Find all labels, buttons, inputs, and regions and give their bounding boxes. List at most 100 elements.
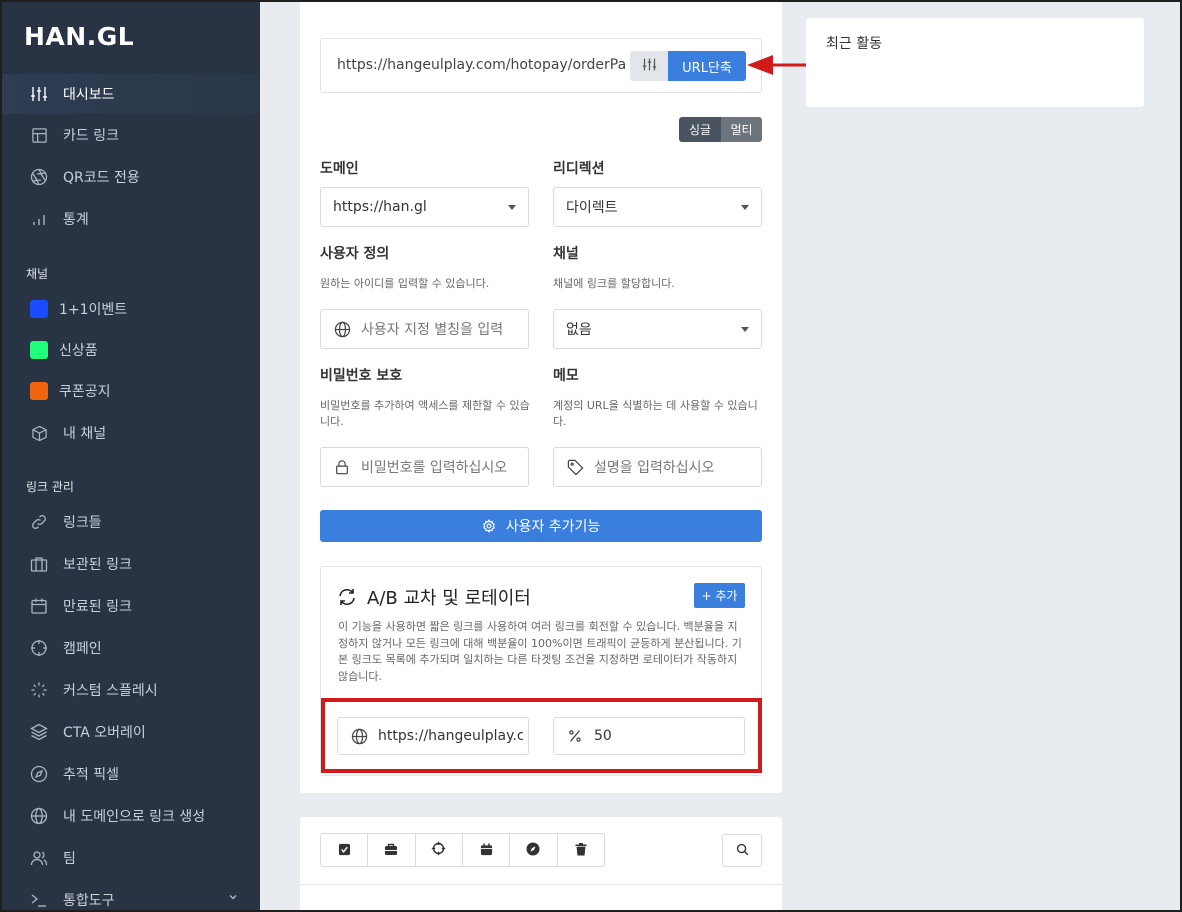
sidebar-item-stats[interactable]: 통계 [2,199,260,239]
domain-select[interactable]: https://han.gl [320,187,529,227]
memo-input[interactable]: 설명을 입력하십시오 [553,447,762,487]
sidebar-item-label: QR코드 전용 [63,170,140,186]
sidebar-item-integrations[interactable]: 통합도구 [2,880,260,910]
sidebar-item-qr[interactable]: QR코드 전용 [2,157,260,197]
terminal-icon [30,891,48,909]
chevron-down-icon [228,892,238,905]
long-url-input[interactable]: https://hangeulplay.com/hotopay/orderPag [337,57,627,73]
sidebar-item-label: 캠페인 [63,641,102,657]
gear-icon [482,519,496,533]
sidebar-channel-1plus1[interactable]: 1+1이벤트 [2,289,260,329]
sidebar-item-pixels[interactable]: 추적 픽셀 [2,754,260,794]
recent-activity-title: 최근 활동 [826,36,882,52]
advanced-features-button[interactable]: 사용자 추가기능 [320,510,762,542]
select-all-button[interactable] [321,834,369,866]
sidebar-item-label: 보관된 링크 [63,557,132,573]
delete-button[interactable] [558,834,604,866]
memo-label: 메모 [553,368,579,384]
sidebar-item-label: 쿠폰공지 [59,384,111,400]
caret-down-icon [741,205,749,210]
sidebar-item-card-link[interactable]: 카드 링크 [2,115,260,155]
custom-alias-help: 원하는 아이디를 입력할 수 있습니다. [320,277,490,290]
domain-label: 도메인 [320,161,359,177]
sidebar-item-dashboard[interactable]: 대시보드 [2,74,260,114]
calendar-icon [30,597,48,615]
sliders-icon [30,85,48,103]
crosshair-icon [30,639,48,657]
sidebar-channel-new-products[interactable]: 신상품 [2,330,260,370]
ab-rotator-description: 이 기능을 사용하면 짧은 링크를 사용하여 여러 링크를 회전할 수 있습니다… [338,620,742,683]
sidebar-item-label: 카드 링크 [63,128,119,144]
brand-logo[interactable]: HAN.GL [24,22,134,51]
ab-rotator-title: A/B 교차 및 로테이터 [367,588,531,609]
sidebar-channel-coupon[interactable]: 쿠폰공지 [2,371,260,411]
sidebar-item-archived[interactable]: 보관된 링크 [2,544,260,584]
channel-color-swatch [30,341,48,359]
sidebar: HAN.GL 대시보드 카드 링크 QR코드 전용 통계 채널 1+1이벤트 신… [2,2,260,910]
sidebar-item-label: 팀 [63,851,76,867]
redirect-select-value: 다이렉트 [566,200,618,216]
annotation-highlight-box [321,698,762,773]
users-icon [30,849,48,867]
add-rotator-button[interactable]: + 추가 [694,583,745,608]
pixel-assign-button[interactable] [510,834,558,866]
sidebar-item-label: 내 채널 [63,426,107,442]
search-links-button[interactable] [722,834,762,867]
password-input[interactable]: 비밀번호를 입력하십시오 [320,447,529,487]
bulk-actions-toolbar [320,833,605,867]
password-label: 비밀번호 보호 [320,368,403,384]
channel-label: 채널 [553,246,579,262]
custom-alias-label: 사용자 정의 [320,246,390,262]
sidebar-item-label: 신상품 [59,343,98,359]
refresh-icon [337,587,357,611]
channel-help: 채널에 링크를 할당합니다. [553,277,675,290]
trash-icon [575,841,587,860]
sidebar-item-label: 대시보드 [63,87,115,103]
password-help: 비밀번호를 추가하여 액세스를 제한할 수 있습니다. [320,399,530,428]
sidebar-item-my-channels[interactable]: 내 채널 [2,413,260,453]
mode-single-toggle[interactable]: 싱글 [679,117,721,142]
calendar-icon [480,841,493,860]
redirect-select[interactable]: 다이렉트 [553,187,762,227]
custom-alias-input[interactable]: 사용자 지정 별칭을 입력 [320,309,529,349]
briefcase-icon [30,555,48,573]
shorten-button[interactable]: URL단축 [668,51,746,81]
archive-button[interactable] [368,834,416,866]
globe-icon [333,320,351,338]
recent-activity-card [806,18,1144,107]
check-square-icon [338,841,351,860]
sidebar-item-links[interactable]: 링크들 [2,502,260,542]
advanced-settings-button[interactable] [630,51,668,81]
layout-icon [30,126,48,144]
sidebar-item-team[interactable]: 팀 [2,838,260,878]
aperture-icon [30,168,48,186]
campaign-button[interactable] [416,834,463,866]
channel-select[interactable]: 없음 [553,309,762,349]
sidebar-item-cta[interactable]: CTA 오버레이 [2,712,260,752]
sidebar-item-splash[interactable]: 커스텀 스플레시 [2,670,260,710]
compass-icon [526,841,540,860]
search-icon [736,841,749,860]
sidebar-item-expired[interactable]: 만료된 링크 [2,586,260,626]
layers-icon [30,723,48,741]
loader-icon [30,681,48,699]
sidebar-item-label: CTA 오버레이 [63,725,146,741]
sidebar-item-label: 커스텀 스플레시 [63,683,158,699]
sidebar-item-label: 1+1이벤트 [59,302,128,318]
bar-chart-icon [30,210,48,228]
links-section-label: 링크 관리 [26,480,74,494]
sliders-icon [642,57,657,76]
channel-assign-button[interactable] [463,834,511,866]
crosshair-icon [431,841,446,860]
domain-select-value: https://han.gl [333,199,427,215]
redirect-label: 리디렉션 [553,161,605,177]
divider [300,884,782,885]
tag-icon [566,458,584,476]
channel-color-swatch [30,300,48,318]
channels-section-label: 채널 [26,267,49,281]
sidebar-item-custom-domain[interactable]: 내 도메인으로 링크 생성 [2,796,260,836]
sidebar-item-label: 추적 픽셀 [63,767,119,783]
box-icon [30,424,48,442]
sidebar-item-campaign[interactable]: 캠페인 [2,628,260,668]
mode-multi-toggle[interactable]: 멀티 [721,117,762,142]
